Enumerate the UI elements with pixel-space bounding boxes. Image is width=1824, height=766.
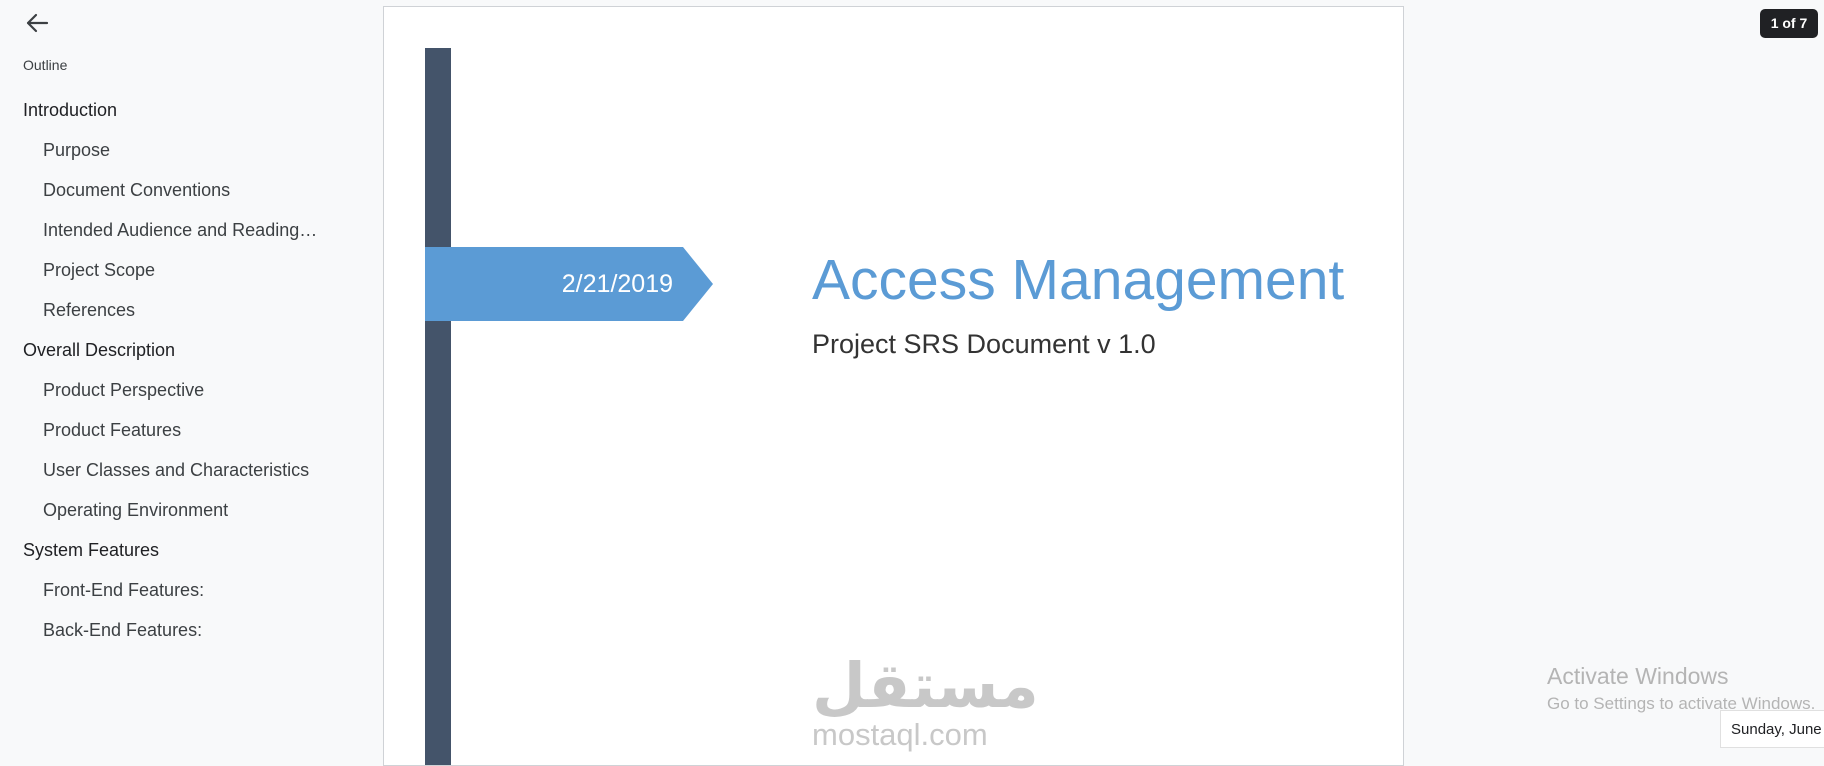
outline-subitem[interactable]: Product Features	[0, 411, 318, 451]
activate-windows-title: Activate Windows	[1547, 663, 1729, 689]
arrow-left-icon	[26, 13, 49, 33]
outline-heading-item[interactable]: Overall Description	[0, 331, 380, 371]
outline-heading-item[interactable]: Introduction	[0, 91, 380, 131]
outline-list: Introduction Purpose Document Conventions I…	[0, 91, 380, 651]
outline-subitem[interactable]: References	[0, 291, 318, 331]
outline-subitem[interactable]: Product Perspective	[0, 371, 318, 411]
watermark-arabic: مستقل	[812, 649, 1039, 722]
outline-subitem[interactable]: Operating Environment	[0, 491, 318, 531]
cover-date: 2/21/2019	[561, 270, 673, 298]
watermark-latin: mostaql.com	[812, 717, 988, 752]
date-tooltip: Sunday, June	[1720, 710, 1824, 748]
page-counter: 1 of 7	[1760, 9, 1818, 38]
document-page: 2/21/2019 Access Management Project SRS …	[383, 6, 1404, 766]
cover-sidebar-bar	[425, 48, 451, 765]
outline-subitem[interactable]: Project Scope	[0, 251, 318, 291]
outline-heading-item[interactable]: System Features	[0, 531, 380, 571]
outline-subitem[interactable]: Back-End Features:	[0, 611, 318, 651]
outline-subitem[interactable]: Front-End Features:	[0, 571, 318, 611]
cover-title: Access Management	[812, 248, 1345, 312]
back-button[interactable]	[20, 6, 54, 40]
outline-subitem[interactable]: Document Conventions	[0, 171, 318, 211]
outline-subitem[interactable]: User Classes and Characteristics	[0, 451, 318, 491]
outline-subitem[interactable]: Intended Audience and Reading …	[0, 211, 318, 251]
outline-heading: Outline	[23, 57, 68, 73]
cover-subtitle: Project SRS Document v 1.0	[812, 329, 1156, 359]
outline-subitem[interactable]: Purpose	[0, 131, 318, 171]
